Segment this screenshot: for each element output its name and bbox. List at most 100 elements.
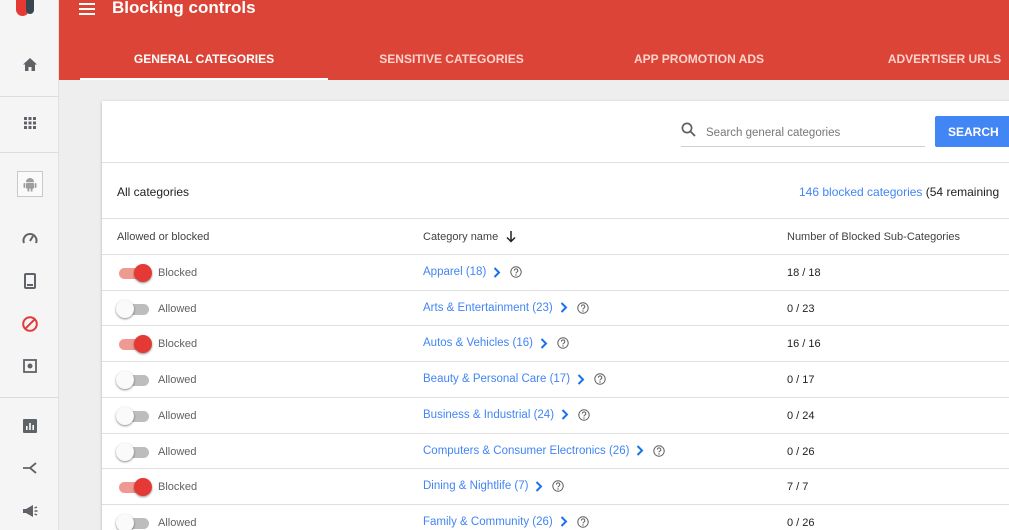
block-toggle[interactable] [116,442,152,461]
block-toggle[interactable] [116,513,152,530]
menu-icon[interactable] [79,1,97,17]
help-icon[interactable] [577,516,589,528]
blocked-subcategory-count: 16 / 16 [787,338,821,351]
sort-arrow-down-icon[interactable] [506,231,516,246]
tab-sensitive-categories[interactable]: SENSITIVE CATEGORIES [359,50,544,80]
category-link[interactable]: Dining & Nightlife (7) [423,480,528,492]
chevron-right-icon[interactable] [560,516,568,528]
table-row: Allowed Family & Community (26) 0 / 26 [102,503,1009,530]
status-label: Allowed [158,445,197,458]
left-nav-rail [0,0,59,530]
app-header: Blocking controls GENERAL CATEGORIES SEN… [59,0,1009,80]
category-link[interactable]: Apparel (18) [423,266,486,278]
android-icon[interactable] [0,166,59,202]
status-label: Allowed [158,409,197,422]
block-toggle[interactable] [116,335,152,354]
tab-advertiser-urls[interactable]: ADVERTISER URLS [882,50,1007,80]
category-link[interactable]: Family & Community (26) [423,516,553,528]
help-icon[interactable] [577,301,589,314]
speedometer-icon[interactable] [0,220,59,256]
category-cell: Business & Industrial (24) [423,409,590,421]
toggle-knob [116,442,134,461]
chevron-right-icon[interactable] [540,338,548,349]
search-field [681,121,925,147]
table-row: Allowed Arts & Entertainment (23) 0 / 23 [102,289,1009,326]
category-cell: Dining & Nightlife (7) [423,480,565,492]
home-icon[interactable] [0,46,59,82]
bar-chart-icon[interactable] [0,408,59,444]
tab-label: SENSITIVE CATEGORIES [379,52,524,66]
search-input[interactable] [706,123,921,143]
blocked-categories-link[interactable]: 146 blocked categories [799,185,922,199]
help-icon[interactable] [594,373,606,385]
search-icon [681,122,696,142]
category-cell: Autos & Vehicles (16) [423,337,569,349]
block-icon[interactable] [0,306,59,342]
table-row: Allowed Beauty & Personal Care (17) 0 / 17 [102,361,1009,397]
table-row: Blocked Autos & Vehicles (16) 16 / 16 [102,325,1009,361]
divider [102,162,1009,163]
category-link[interactable]: Arts & Entertainment (23) [423,302,553,314]
megaphone-icon[interactable] [0,493,59,529]
help-icon[interactable] [552,480,565,492]
help-icon[interactable] [653,444,666,457]
column-header-count: Number of Blocked Sub-Categories [787,231,961,243]
phone-icon[interactable] [0,263,59,299]
blocked-subcategory-count: 0 / 23 [787,302,815,315]
all-categories-label: All categories [117,185,190,199]
blocked-subcategory-count: 0 / 26 [787,445,815,458]
help-icon[interactable] [510,266,522,278]
search-button[interactable]: SEARCH [935,116,1009,147]
table-row: Allowed Computers & Consumer Electronics … [102,432,1009,469]
block-toggle[interactable] [116,264,152,282]
category-cell: Arts & Entertainment (23) [423,302,589,314]
category-link[interactable]: Computers & Consumer Electronics (26) [423,445,629,457]
tab-general-categories[interactable]: GENERAL CATEGORIES [80,50,328,80]
chevron-right-icon[interactable] [535,480,543,492]
tab-label: APP PROMOTION ADS [633,52,764,66]
category-cell: Computers & Consumer Electronics (26) [423,444,666,457]
category-link[interactable]: Autos & Vehicles (16) [423,337,533,349]
column-header-name[interactable]: Category name [423,231,516,246]
table-row: Allowed Business & Industrial (24) 0 / 24 [102,396,1009,433]
toggle-knob [116,371,134,390]
chevron-right-icon[interactable] [577,373,585,385]
block-toggle[interactable] [116,371,152,390]
chevron-right-icon[interactable] [493,266,501,278]
toggle-knob [116,513,134,530]
tab-app-promotion-ads[interactable]: APP PROMOTION ADS [619,50,779,80]
toggle-knob [116,299,134,318]
block-toggle[interactable] [116,478,152,497]
blocked-subcategory-count: 0 / 26 [787,516,815,529]
tab-label: ADVERTISER URLS [887,52,1002,66]
column-header-name-label: Category name [423,231,499,243]
merge-icon[interactable] [0,450,59,486]
app-logo[interactable] [16,0,38,16]
toggle-knob [116,406,134,425]
category-link[interactable]: Business & Industrial (24) [423,409,554,421]
tab-label: GENERAL CATEGORIES [133,52,275,66]
table-row: Blocked Dining & Nightlife (7) 7 / 7 [102,468,1009,504]
apps-grid-icon[interactable] [0,105,59,141]
table-row: Blocked Apparel (18) 18 / 18 [102,254,1009,290]
chevron-right-icon[interactable] [636,445,644,456]
status-label: Blocked [158,338,198,351]
toggle-knob [134,264,152,282]
help-icon[interactable] [578,409,590,421]
column-header-status: Allowed or blocked [117,231,210,243]
page-title: Blocking controls [112,0,256,17]
chevron-right-icon[interactable] [561,409,569,421]
block-toggle[interactable] [116,406,152,425]
toggle-knob [134,335,152,354]
category-link[interactable]: Beauty & Personal Care (17) [423,373,570,385]
settings-box-icon[interactable] [0,348,59,384]
help-icon[interactable] [557,337,569,350]
status-label: Allowed [158,374,197,387]
status-label: Blocked [158,267,198,279]
blocked-subcategory-count: 0 / 24 [787,409,815,422]
blocked-subcategory-count: 0 / 17 [787,374,815,387]
block-toggle[interactable] [116,299,152,318]
chevron-right-icon[interactable] [560,302,568,313]
status-label: Blocked [158,481,198,494]
category-cell: Apparel (18) [423,266,522,278]
